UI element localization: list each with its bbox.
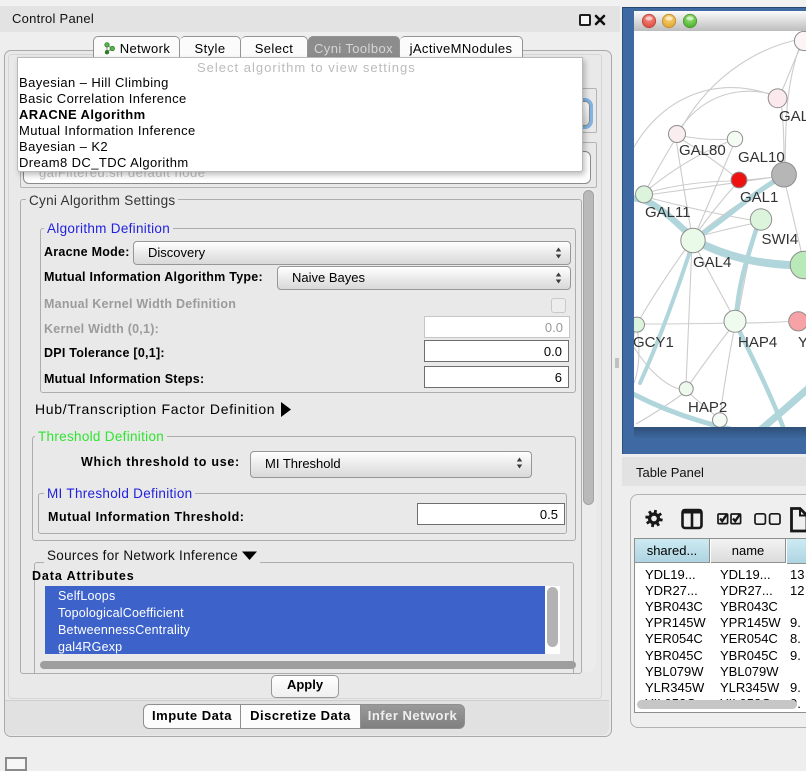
svg-text:GAL1: GAL1 <box>740 189 778 206</box>
svg-text:HAP4: HAP4 <box>738 334 777 351</box>
svg-text:GAL80: GAL80 <box>679 142 726 159</box>
svg-text:GAL: GAL <box>779 108 806 125</box>
svg-text:GAL10: GAL10 <box>738 149 785 166</box>
svg-text:HAP2: HAP2 <box>688 399 727 416</box>
svg-text:GAL11: GAL11 <box>645 204 691 221</box>
svg-text:GAL4: GAL4 <box>693 254 731 271</box>
svg-text:SWI4: SWI4 <box>762 231 799 248</box>
svg-text:Y: Y <box>798 334 806 351</box>
svg-text:GCY1: GCY1 <box>634 334 674 351</box>
